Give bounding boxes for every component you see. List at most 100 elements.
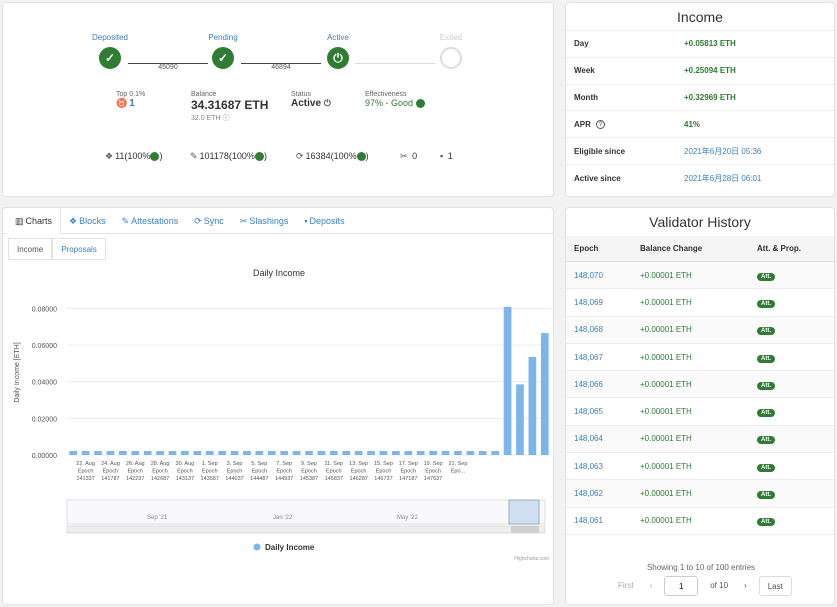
- bar: [404, 451, 413, 455]
- navigator-label: May '22: [397, 515, 418, 521]
- deposits-count[interactable]: ▪ 1: [440, 151, 453, 161]
- sync-icon: ⟳: [194, 215, 202, 226]
- tab-sync[interactable]: ⟳ Sync: [186, 208, 232, 234]
- check-icon: ✓: [212, 47, 234, 69]
- effectiveness-stat: Effectiveness 97% - Good: [365, 91, 425, 109]
- tab-label: Charts: [25, 215, 53, 226]
- bar: [466, 451, 475, 455]
- epoch-link[interactable]: 148,068: [574, 325, 640, 334]
- bar: [503, 306, 512, 455]
- prev-page-button[interactable]: ‹: [642, 576, 661, 596]
- tab-charts[interactable]: ▥ Charts: [7, 207, 62, 234]
- y-tick-label: 0.08000: [32, 306, 57, 313]
- income-row-value: +0.25094 ETH: [684, 66, 736, 76]
- subtab-income[interactable]: Income: [8, 238, 53, 260]
- epoch-link[interactable]: 148,064: [574, 434, 640, 443]
- epoch-link[interactable]: 148,070: [574, 271, 640, 280]
- x-tick-label: 5. Sep: [251, 461, 267, 467]
- table-row: 148,063 +0.00001 ETH Att.: [566, 453, 834, 481]
- x-tick-label: Epoch: [425, 469, 441, 475]
- effectiveness-value: 97% - Good: [365, 98, 414, 108]
- first-page-button[interactable]: First: [610, 576, 642, 596]
- att-badge: Att.: [757, 491, 775, 500]
- epoch-link[interactable]: 148,065: [574, 407, 640, 416]
- x-tick-label: Epoch: [376, 469, 392, 475]
- slashings-count[interactable]: ✂ 0: [400, 151, 417, 162]
- page-total: of 10: [710, 581, 729, 590]
- x-tick-label: Epoch: [78, 469, 94, 475]
- tab-slashings[interactable]: ✂ Slashings: [232, 208, 297, 234]
- tab-deposits[interactable]: ▪ Deposits: [296, 208, 352, 234]
- col-epoch[interactable]: Epoch: [574, 244, 640, 253]
- attestations-count[interactable]: ✎ 101178(100%): [190, 151, 267, 162]
- epoch-link[interactable]: 148,067: [574, 353, 640, 362]
- x-tick-label: 1. Sep: [202, 461, 218, 467]
- info-icon[interactable]: ⓘ: [223, 115, 230, 122]
- last-page-button[interactable]: Last: [758, 576, 792, 596]
- x-tick-label: 26. Aug: [126, 461, 145, 467]
- x-tick-label: Epoch: [227, 469, 243, 475]
- rank-label: Top 0.1%: [116, 91, 146, 98]
- att-badge: Att.: [757, 272, 775, 281]
- page-number-input[interactable]: [664, 576, 699, 596]
- income-row-label: APR: [574, 119, 591, 129]
- table-row: 148,061 +0.00001 ETH Att.: [566, 508, 834, 535]
- tab-label: Deposits: [309, 215, 345, 226]
- x-tick-label: Epoch: [177, 469, 193, 475]
- table-row: 148,066 +0.00001 ETH Att.: [566, 371, 834, 399]
- col-att-prop[interactable]: Att. & Prop.: [757, 244, 827, 253]
- bar: [317, 451, 326, 455]
- sync-count[interactable]: ⟳ 16384(100%): [296, 151, 369, 162]
- x-tick-label: 147187: [399, 476, 417, 482]
- x-tick-label: Epoch: [400, 469, 416, 475]
- cubes-icon: ❖: [105, 151, 114, 161]
- epoch-link[interactable]: 148,063: [574, 462, 640, 471]
- tab-label: Slashings: [249, 215, 289, 226]
- subtab-proposals[interactable]: Proposals: [52, 238, 106, 260]
- x-tick-label: 22. Aug: [76, 461, 95, 467]
- tab-attestations[interactable]: ✎ Attestations: [114, 208, 187, 234]
- x-tick-label: 145837: [325, 476, 343, 482]
- chart-icon: ▥: [15, 215, 24, 226]
- x-tick-label: 141787: [101, 476, 119, 482]
- step-count: 46894: [271, 64, 291, 71]
- x-tick-label: Epoch: [276, 469, 292, 475]
- epoch-link[interactable]: 148,069: [574, 298, 640, 307]
- next-page-button[interactable]: ›: [736, 576, 755, 596]
- income-row-value: 2021年6月20日 05:36: [684, 146, 762, 156]
- step-label: Deposited: [91, 33, 129, 42]
- x-tick-label: 3. Sep: [227, 461, 243, 467]
- proposals-count[interactable]: ❖ 11(100%): [105, 151, 162, 162]
- x-tick-label: Epoch: [351, 469, 367, 475]
- table-row: 148,065 +0.00001 ETH Att.: [566, 398, 834, 426]
- rank-value[interactable]: 1: [129, 98, 135, 109]
- help-icon[interactable]: ?: [596, 119, 605, 129]
- smile-icon: [415, 99, 425, 109]
- epoch-link[interactable]: 148,061: [574, 516, 640, 525]
- bar: [441, 451, 450, 455]
- slashing-icon: ✂: [400, 151, 408, 161]
- x-tick-label: 143587: [201, 476, 219, 482]
- income-table: Day +0.05813 ETH Week +0.25094 ETH Month +0.3…: [566, 31, 834, 192]
- tab-blocks[interactable]: ❖ Blocks: [61, 208, 114, 234]
- bar: [305, 451, 313, 455]
- x-tick-label: 147637: [424, 476, 442, 482]
- income-row-label: Active since: [574, 173, 621, 183]
- bar: [118, 451, 127, 455]
- col-balance-change[interactable]: Balance Change: [640, 244, 757, 253]
- balance-change: +0.00001 ETH: [640, 297, 692, 307]
- epoch-link[interactable]: 148,062: [574, 489, 640, 498]
- x-tick-label: 142237: [126, 476, 144, 482]
- income-row-label: Month: [574, 92, 598, 102]
- navigator-selection[interactable]: [508, 499, 540, 525]
- validator-status-card: Deposited ✓ 45090 Pending ✓ 46894 Active…: [2, 2, 554, 197]
- bar: [354, 451, 363, 455]
- income-row-label: Eligible since: [574, 146, 626, 156]
- att-badge: Att.: [757, 463, 775, 472]
- bar: [491, 451, 500, 455]
- bar: [205, 451, 214, 455]
- balance-change: +0.00001 ETH: [640, 379, 692, 389]
- scrollbar-thumb[interactable]: [511, 526, 539, 533]
- epoch-link[interactable]: 148,066: [574, 380, 640, 389]
- daily-income-chart: 0.00000 0.02000 0.04000 0.06000 0.08000 Daily…: [14, 290, 551, 562]
